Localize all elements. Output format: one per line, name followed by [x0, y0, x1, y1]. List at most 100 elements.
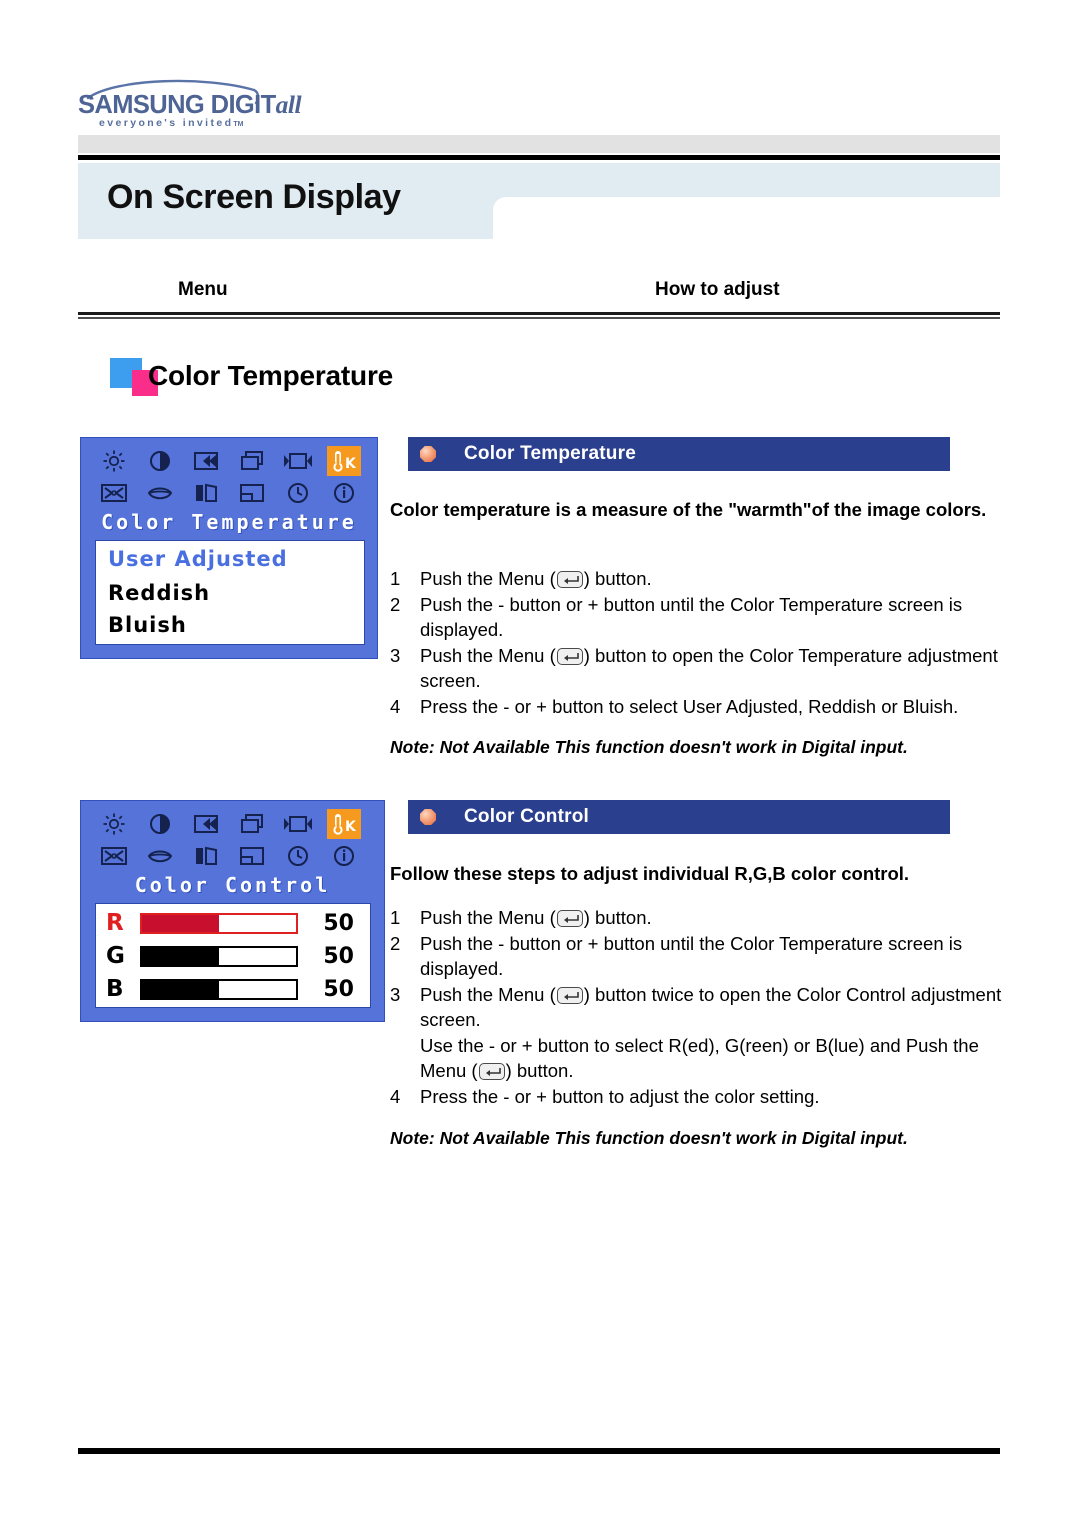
v-position-icon [235, 809, 269, 839]
timer-icon [281, 478, 315, 508]
step-text: Push the Menu () button. [420, 568, 652, 589]
step-item: 4 Press the - or + button to select User… [390, 694, 1015, 720]
osd-icon-row-1: K [97, 808, 361, 840]
page-title: On Screen Display [107, 178, 401, 216]
step-item: 3 Push the Menu () button twice to open … [390, 982, 1015, 1033]
step-number: 3 [390, 644, 401, 666]
step-number: 1 [390, 568, 401, 589]
osd-screenshot-color-temperature: K Color Temperature User Adjusted Reddis… [80, 437, 378, 659]
osd-option-bluish[interactable]: Bluish [108, 613, 187, 637]
top-black-rule [78, 153, 1000, 160]
h-position-icon [189, 446, 223, 476]
slider-row-blue[interactable]: B 50 [106, 973, 354, 1005]
slider-label: B [106, 976, 124, 1002]
h-position-icon [189, 809, 223, 839]
osd-option-reddish[interactable]: Reddish [108, 581, 210, 605]
menu-button-icon [556, 647, 583, 665]
color-temperature-icon: K [327, 809, 361, 839]
slider-value: 50 [323, 910, 354, 936]
step-text: Push the Menu () button to open the Colo… [420, 644, 998, 692]
slider-value: 50 [323, 943, 354, 969]
menu-button-icon [556, 910, 583, 927]
caption-label: Color Temperature [464, 443, 636, 464]
caption-label: Color Control [464, 806, 590, 827]
image-size-icon [281, 446, 315, 476]
note-color-control: Note: Not Available This function doesn'… [390, 1128, 908, 1148]
slider-fill [142, 914, 219, 932]
step-text: Press the - or + button to select User A… [420, 695, 959, 717]
logo-wordmark: SAMSUNG DIGITall [78, 90, 302, 120]
osd-icon-grid: K [97, 445, 361, 509]
osd-position-icon [235, 841, 269, 871]
information-icon [327, 841, 361, 871]
logo-wordmark-main: SAMSUNG DIGIT [78, 91, 276, 119]
steps-list-color-control: 1 Push the Menu () button. 2 Push the - … [390, 905, 1015, 1109]
step-number: 3 [390, 983, 401, 1005]
slider-label: R [106, 910, 124, 936]
header-double-rule [78, 312, 1000, 319]
osd-icon-row-2 [97, 477, 361, 509]
step-number: 2 [390, 593, 401, 615]
brightness-icon [97, 446, 131, 476]
image-size-icon [281, 809, 315, 839]
language-icon [143, 841, 177, 871]
sharpness-icon [189, 841, 223, 871]
steps-list-color-temperature: 1 Push the Menu () button. 2 Push the - … [390, 566, 1015, 719]
osd-panel-title: Color Control [134, 873, 331, 897]
section-heading-label: Color Temperature [148, 360, 394, 391]
osd-icon-grid: K [97, 808, 361, 872]
bullet-icon [420, 809, 436, 825]
page-title-notch [493, 197, 1000, 239]
column-header-menu: Menu [178, 279, 228, 300]
osd-slider-list: R 50 G 50 B 50 [95, 903, 371, 1008]
bullet-icon [420, 446, 436, 462]
step-text: Push the - button or + button until the … [420, 593, 963, 641]
slider-track[interactable] [140, 978, 298, 1000]
image-lock-icon [97, 841, 131, 871]
logo-wordmark-italic: all [275, 90, 302, 119]
osd-option-user-adjusted[interactable]: User Adjusted [108, 547, 288, 571]
samsung-logo: SAMSUNG DIGITall everyone's invitedTM [78, 76, 302, 132]
logo-tagline: everyone's invitedTM [99, 117, 244, 129]
menu-button-icon [478, 1063, 505, 1080]
svg-text:K: K [345, 819, 357, 835]
menu-button-icon [556, 571, 583, 588]
step-item: 4 Press the - or + button to adjust the … [390, 1084, 1015, 1110]
step-number: 4 [390, 1085, 401, 1107]
step-number: 4 [390, 695, 401, 717]
language-icon [143, 478, 177, 508]
color-temperature-icon: K [327, 446, 361, 476]
top-gray-band [78, 135, 1000, 153]
slider-row-red[interactable]: R 50 [106, 907, 354, 939]
step-text: Push the - button or + button until the … [420, 932, 963, 980]
step-item: 2 Push the - button or + button until th… [390, 592, 1015, 643]
step-item-extra: Use the - or + button to select R(ed), G… [390, 1033, 1015, 1084]
lead-text-color-temperature: Color temperature is a measure of the "w… [390, 499, 987, 520]
v-position-icon [235, 446, 269, 476]
note-color-temperature: Note: Not Available This function doesn'… [390, 737, 908, 757]
slider-track[interactable] [140, 945, 298, 967]
bottom-black-rule [78, 1448, 1000, 1454]
step-item: 2 Push the - button or + button until th… [390, 931, 1015, 982]
osd-panel-title: Color Temperature [101, 510, 357, 534]
caption-bar-color-temperature: Color Temperature [408, 437, 950, 471]
sharpness-icon [189, 478, 223, 508]
information-icon [327, 478, 361, 508]
slider-fill [142, 980, 219, 998]
image-lock-icon [97, 478, 131, 508]
slider-row-green[interactable]: G 50 [106, 940, 354, 972]
step-text: Push the Menu () button twice to open th… [420, 983, 1002, 1031]
step-text: Use the - or + button to select R(ed), G… [420, 1034, 979, 1082]
osd-option-list: User Adjusted Reddish Bluish [95, 540, 365, 645]
osd-position-icon [235, 478, 269, 508]
trademark-symbol: TM [233, 121, 244, 128]
osd-icon-row-1: K [97, 445, 361, 477]
slider-value: 50 [323, 976, 354, 1002]
contrast-icon [143, 446, 177, 476]
step-number: 2 [390, 932, 401, 954]
menu-button-icon [556, 986, 583, 1004]
slider-label: G [106, 943, 125, 969]
osd-icon-row-2 [97, 840, 361, 872]
slider-track[interactable] [140, 912, 298, 934]
step-item: 3 Push the Menu () button to open the Co… [390, 643, 1015, 694]
